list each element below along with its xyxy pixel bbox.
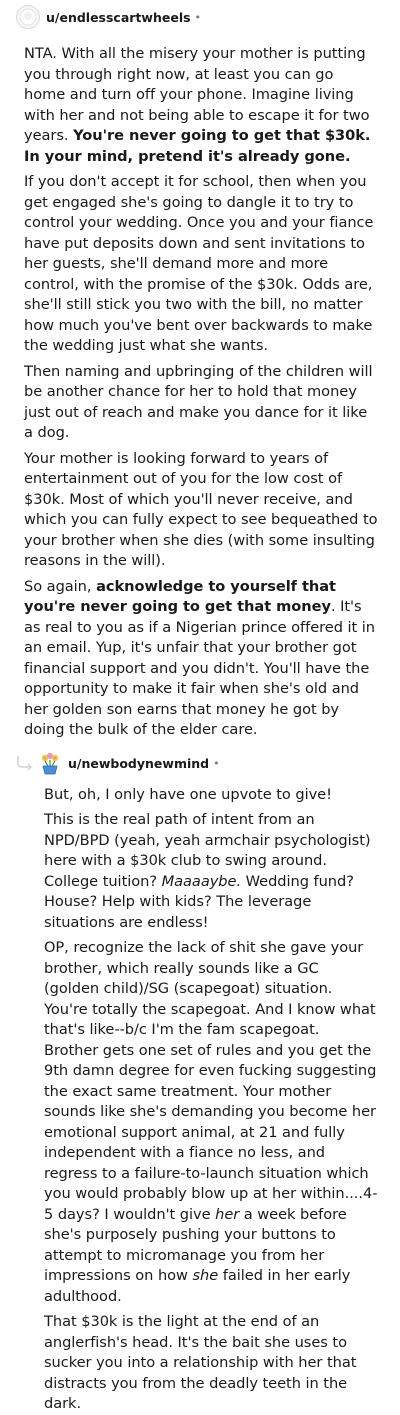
text-run: Your mother is looking forward to years …: [24, 449, 378, 570]
italic-text: her: [215, 1205, 240, 1223]
comment-2-username[interactable]: u/newbodynewmind: [68, 756, 209, 771]
comment-1: u/endlesscartwheels • NTA. With all the …: [0, 0, 400, 741]
meta-separator: •: [213, 757, 220, 770]
comment-1-username[interactable]: u/endlesscartwheels: [46, 10, 191, 25]
comment-2-body: But, oh, I only have one upvote to give!…: [0, 781, 400, 1415]
comment-paragraph: OP, recognize the lack of shit she gave …: [44, 938, 378, 1307]
italic-text: Maaaaybe.: [161, 872, 242, 890]
comment-1-body: NTA. With all the misery your mother is …: [0, 34, 400, 741]
text-run: OP, recognize the lack of shit she gave …: [44, 939, 378, 1223]
italic-text: she: [192, 1267, 219, 1284]
flower-pot-avatar-icon[interactable]: [38, 752, 62, 776]
text-run: . It's as real to you as if a Nigerian p…: [24, 598, 375, 738]
text-run: Then naming and upbringing of the childr…: [24, 362, 373, 442]
text-run: But, oh, I only have one upvote to give!: [44, 785, 332, 803]
text-run: So again,: [24, 577, 97, 595]
reply-thread-arrow-icon: [16, 754, 36, 774]
comment-paragraph: Your mother is looking forward to years …: [24, 449, 378, 572]
comment-paragraph: So again, acknowledge to yourself that y…: [24, 577, 378, 741]
text-run: That $30k is the light at the end of an …: [44, 1313, 357, 1412]
bold-text: You're never going to get that $30k. In …: [24, 127, 371, 165]
comment-1-header: u/endlesscartwheels •: [0, 0, 400, 34]
comment-2: u/newbodynewmind • But, oh, I only have …: [0, 747, 400, 1415]
comment-paragraph: Then naming and upbringing of the childr…: [24, 362, 378, 444]
text-run: If you don't accept it for school, then …: [24, 173, 374, 354]
comment-paragraph: This is the real path of intent from an …: [44, 810, 378, 933]
comment-paragraph: NTA. With all the misery your mother is …: [24, 44, 378, 167]
comment-2-header: u/newbodynewmind •: [0, 747, 400, 781]
comment-paragraph: If you don't accept it for school, then …: [24, 172, 378, 357]
meta-separator: •: [194, 10, 202, 24]
default-avatar-icon[interactable]: [16, 5, 40, 29]
comment-paragraph: But, oh, I only have one upvote to give!: [44, 785, 378, 806]
comment-paragraph: That $30k is the light at the end of an …: [44, 1312, 378, 1415]
